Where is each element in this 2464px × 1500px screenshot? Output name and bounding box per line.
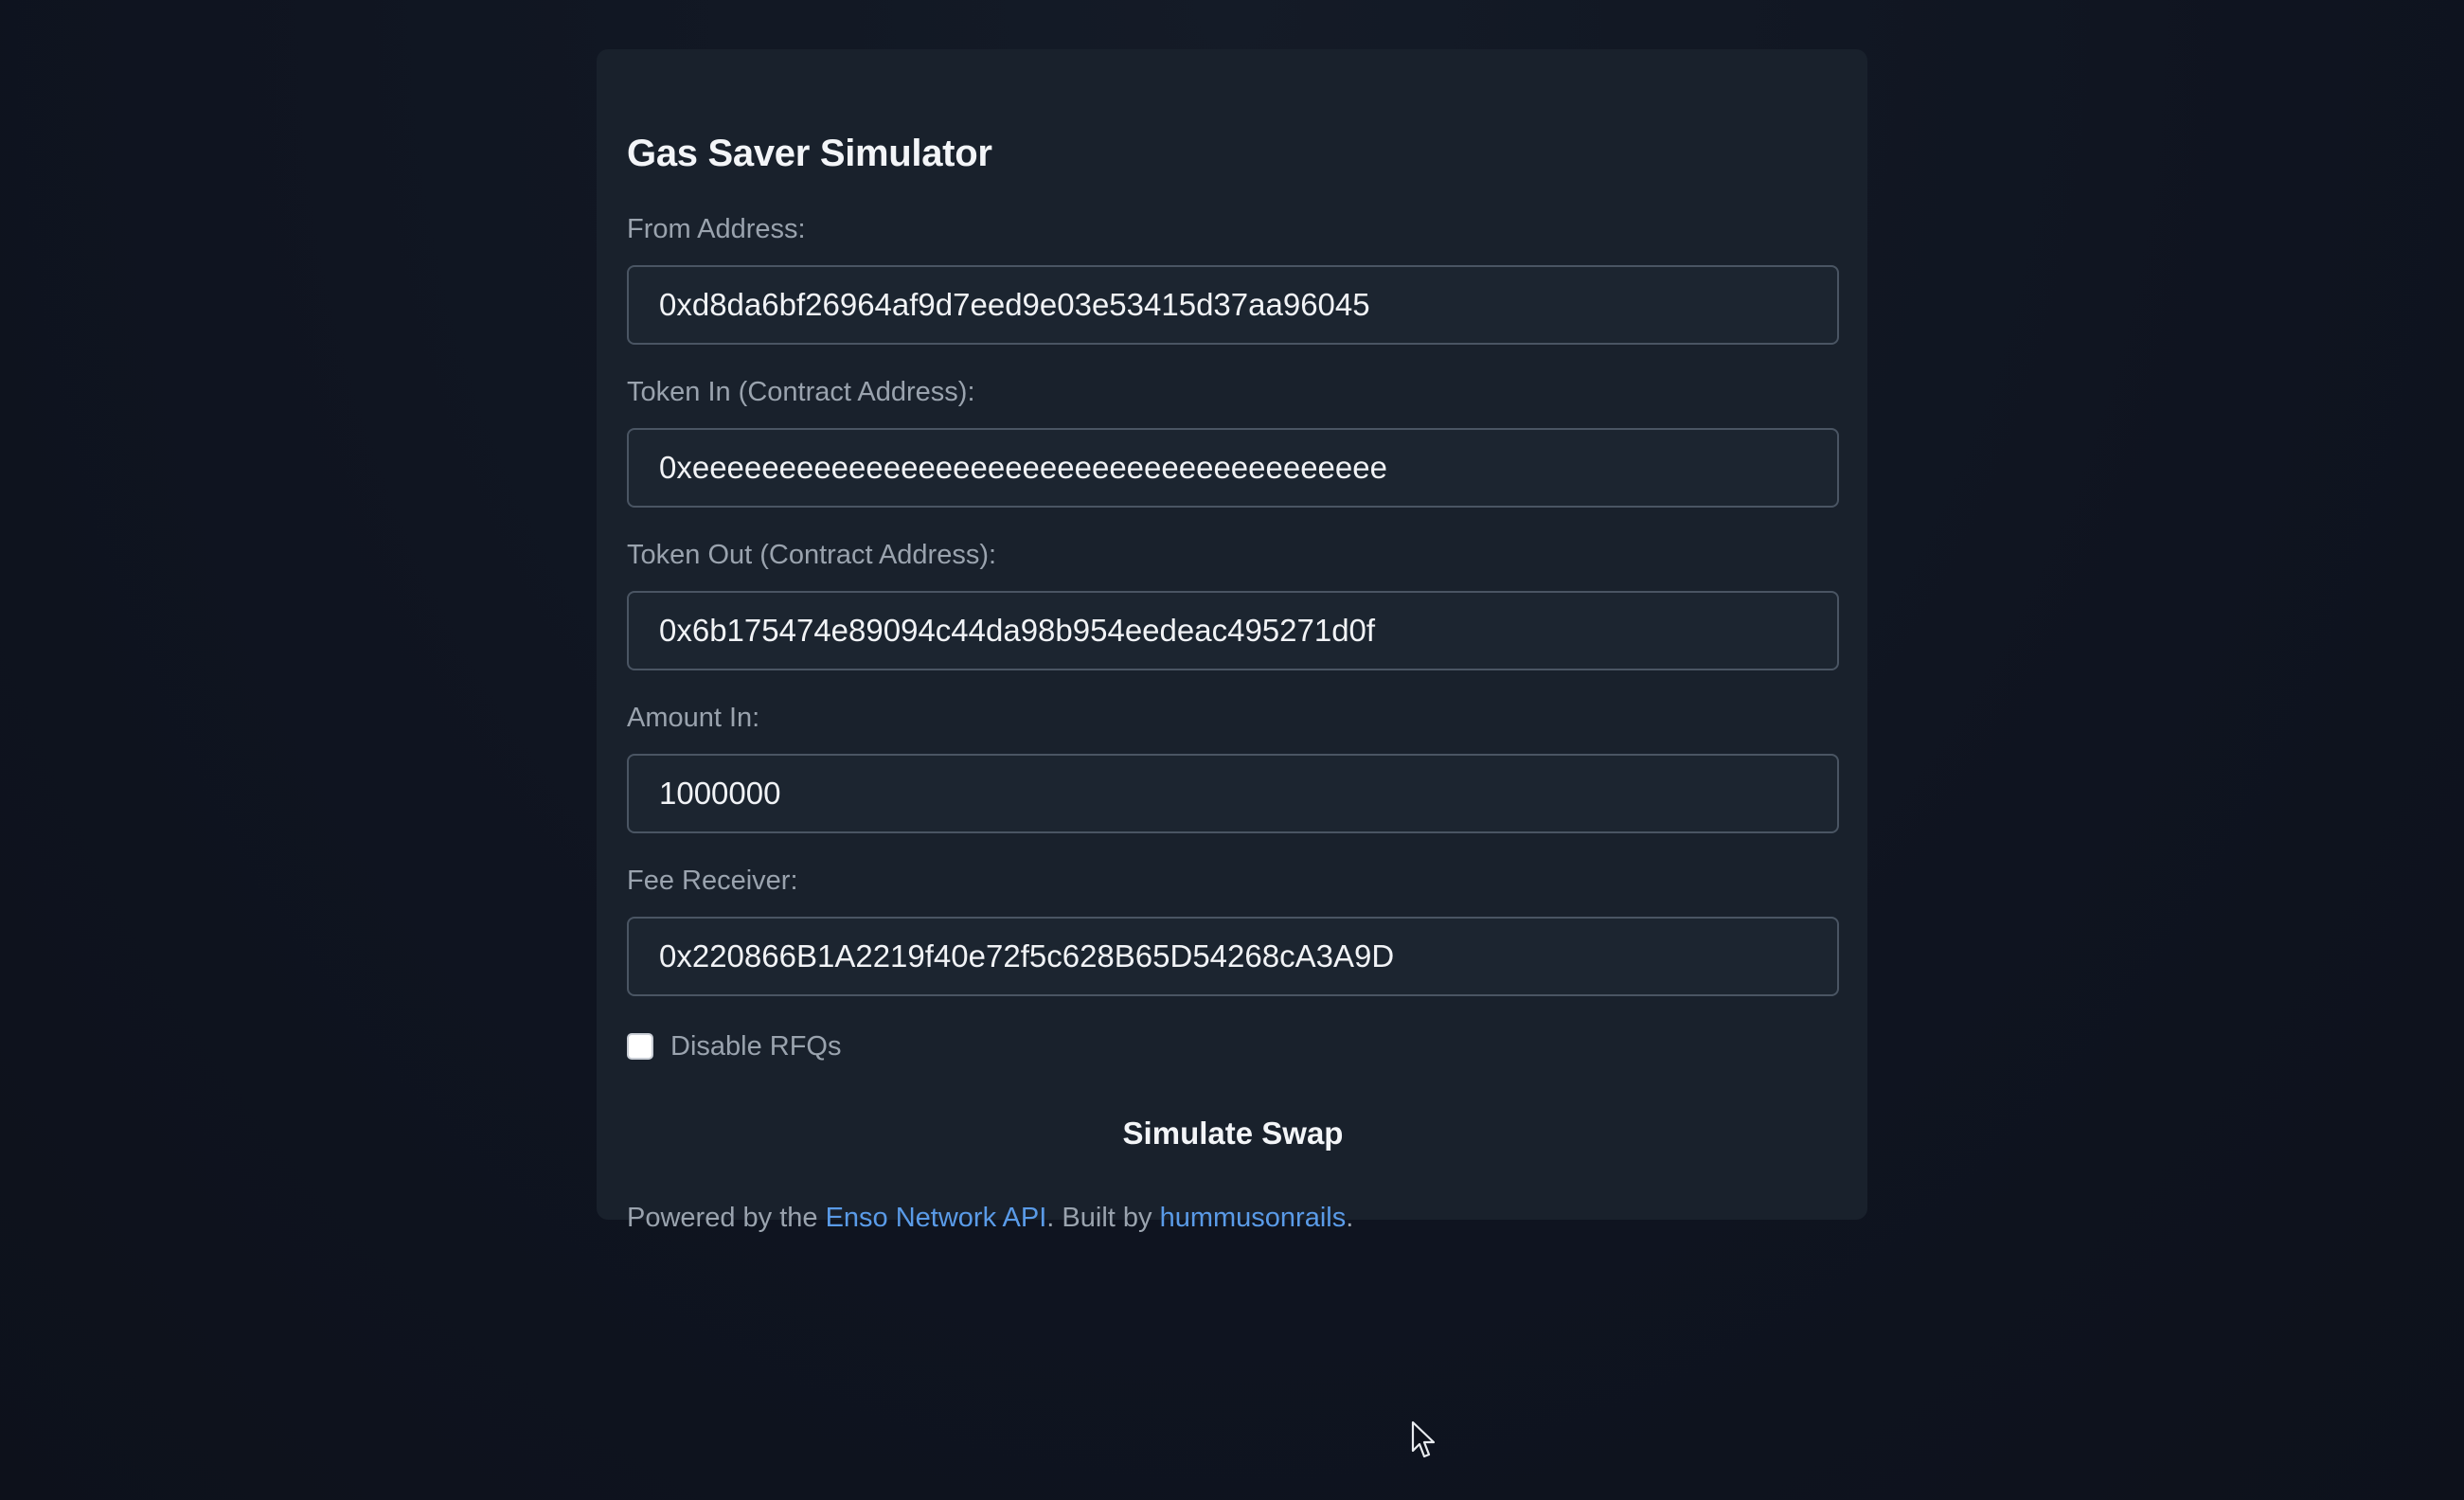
from-address-input[interactable] [627, 265, 1839, 345]
simulate-swap-button[interactable]: Simulate Swap [627, 1100, 1839, 1167]
enso-api-link[interactable]: Enso Network API [826, 1203, 1047, 1233]
disable-rfqs-label[interactable]: Disable RFQs [670, 1031, 842, 1062]
page: Gas Saver Simulator From Address: Token … [0, 0, 2464, 1500]
mouse-cursor-icon [1411, 1420, 1436, 1458]
disable-rfqs-row[interactable]: Disable RFQs [627, 1030, 842, 1062]
page-title: Gas Saver Simulator [627, 133, 992, 174]
from-address-label: From Address: [627, 214, 806, 244]
token-out-label: Token Out (Contract Address): [627, 540, 997, 570]
simulator-card: Gas Saver Simulator From Address: Token … [597, 49, 1867, 1233]
fee-receiver-input[interactable] [627, 917, 1839, 996]
token-out-input[interactable] [627, 591, 1839, 670]
footer-prefix: Powered by the [627, 1203, 826, 1233]
amount-in-input[interactable] [627, 754, 1839, 833]
token-in-input[interactable] [627, 428, 1839, 508]
footer-middle: . Built by [1046, 1203, 1160, 1233]
fee-receiver-label: Fee Receiver: [627, 866, 798, 896]
author-link[interactable]: hummusonrails [1160, 1203, 1347, 1233]
disable-rfqs-checkbox[interactable] [627, 1033, 653, 1060]
amount-in-label: Amount In: [627, 703, 760, 733]
footer-credits: Powered by the Enso Network API. Built b… [627, 1203, 1353, 1234]
footer-suffix: . [1346, 1203, 1354, 1233]
token-in-label: Token In (Contract Address): [627, 377, 975, 407]
